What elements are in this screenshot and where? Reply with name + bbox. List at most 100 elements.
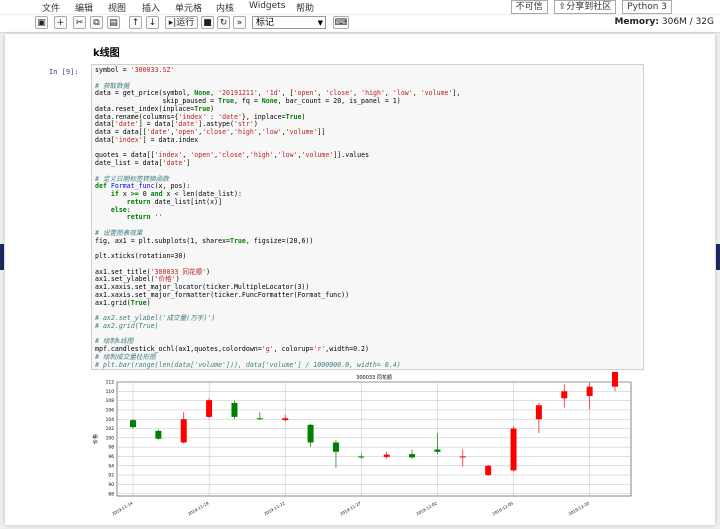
x-tick-label: 2019-12-02 [415,500,438,516]
interrupt-button[interactable]: ■ [201,16,214,29]
move-up-button[interactable]: ↑ [129,16,142,29]
kernel-indicators: 不可信 ⇪分享到社区 Python 3 [510,0,672,14]
code-line: return date_list[int(x)] [126,197,223,206]
candle-body [612,368,618,387]
restart-run-all-button[interactable]: » [233,16,246,29]
code-line: date_list = data['date'] [95,159,191,167]
candle-body [206,400,213,417]
code-line: data['index'] = data.index [95,135,199,144]
code-line: mpf.candlestick_ochl(ax1,quotes,colordow… [95,345,369,353]
notebook-container: k线图 In [9]: symbol = '300033.SZ' # 获取数据 da… [5,34,715,525]
menu-kernel[interactable]: 内核 [216,1,234,14]
candle-body [358,456,365,458]
command-palette-button[interactable]: ⌨ [333,16,349,29]
y-tick-label: 112 [106,380,115,386]
y-tick-label: 102 [106,426,115,432]
share-label: 分享到社区 [566,2,612,12]
candlestick-chart: 300033 同花顺价格 88 90 92 94 96 98 100 102 104 106 108 1… [92,365,632,516]
x-tick-label: 2019-12-10 [567,500,590,516]
save-button[interactable]: ▣ [35,16,48,29]
cell-type-select[interactable]: 标记 ▼ [252,16,326,29]
candle-body [155,430,162,439]
y-tick-label: 88 [108,491,114,497]
candle-body [307,424,314,443]
y-tick-label: 98 [108,445,114,451]
y-tick-label: 92 [108,473,114,479]
cell-type-value: 标记 [256,18,275,28]
y-tick-label: 94 [108,463,114,469]
candle-body [256,418,263,420]
code-line: symbol = '300033.SZ' [95,66,175,74]
memory-indicator: Memory: 306M / 32G [614,17,714,27]
stop-icon: ■ [203,18,212,28]
code-cell-input[interactable]: symbol = '300033.SZ' # 获取数据 data = get_pri… [91,64,644,370]
menu-help[interactable]: 帮助 [296,1,314,14]
menu-edit[interactable]: 编辑 [75,1,93,14]
x-tick-label: 2019-11-19 [187,500,210,516]
x-tick-label: 2019-12-05 [491,500,514,516]
y-tick-label: 90 [108,482,114,488]
right-side-tab[interactable] [716,244,720,270]
menu-bar: 文件 编辑 视图 插入 单元格 内核 Widgets 帮助 不可信 ⇪分享到社区… [0,0,720,14]
trusted-badge[interactable]: 不可信 [510,0,548,14]
code-line: # ax2.set_ylabel('成交量(万手)') [95,314,216,322]
kernel-name: Python 3 [622,0,672,14]
y-tick-label: 106 [106,408,115,414]
code-line: ax1.grid(True) [95,298,151,307]
memory-value: 306M / 32G [661,17,714,27]
candle-body [180,419,187,443]
menu-view[interactable]: 视图 [108,1,126,14]
restart-button[interactable]: ↻ [217,16,230,29]
code-line: # plt.bar(range(len(data['volume'])), da… [95,360,401,369]
cut-button[interactable]: ✂ [73,16,86,29]
candle-body [434,449,441,452]
candle-body [231,402,238,417]
fast-forward-icon: » [236,18,243,28]
code-line: else: [110,205,131,214]
paste-icon: ▤ [109,18,118,28]
toolbar: ▣ + ✂ ⧉ ▤ ↑ ↓ ▸|运行 ■ ↻ » 标记 ▼ ⌨ Memory: 3… [0,15,720,33]
input-prompt: In [9]: [49,68,79,76]
menu-widgets[interactable]: Widgets [249,1,285,11]
candle-body [409,454,416,458]
menu-insert[interactable]: 插入 [142,1,160,14]
chart-title: 300033 同花顺 [356,374,392,381]
run-button[interactable]: ▸|运行 [165,16,198,29]
candle-body [383,454,390,457]
copy-icon: ⧉ [93,18,100,28]
left-side-tab[interactable] [0,244,4,270]
share-button[interactable]: ⇪分享到社区 [553,0,617,14]
menu-file[interactable]: 文件 [42,1,60,14]
plot-area [116,381,632,497]
arrow-up-icon: ↑ [131,18,140,28]
chevron-down-icon: ▼ [317,19,323,27]
code-line: # ax2.grid(True) [95,321,159,330]
arrow-down-icon: ↓ [148,18,157,28]
restart-icon: ↻ [219,18,228,28]
scissors-icon: ✂ [75,18,84,28]
candle-body [282,418,289,421]
x-tick-label: 2019-11-22 [263,500,286,516]
plus-icon: + [56,18,65,28]
candle-body [485,465,492,476]
output-area: 300033 同花顺 价格 88 90 92 94 96 98 100 102 104 106 108 1… [91,365,644,525]
y-axis-label: 价格 [92,434,99,444]
candle-body [130,420,136,428]
move-down-button[interactable]: ↓ [146,16,159,29]
copy-button[interactable]: ⧉ [90,16,103,29]
x-tick-label: 2019-11-14 [111,500,134,516]
run-label: 运行 [176,18,195,28]
save-icon: ▣ [37,18,46,28]
insert-cell-button[interactable]: + [54,16,67,29]
candle-body [459,456,466,458]
x-tick-label: 2019-11-27 [339,500,362,516]
memory-label: Memory: [614,17,659,27]
menu-cell[interactable]: 单元格 [175,1,202,14]
candle-body [561,391,568,399]
paste-button[interactable]: ▤ [107,16,120,29]
y-tick-label: 104 [106,417,115,423]
